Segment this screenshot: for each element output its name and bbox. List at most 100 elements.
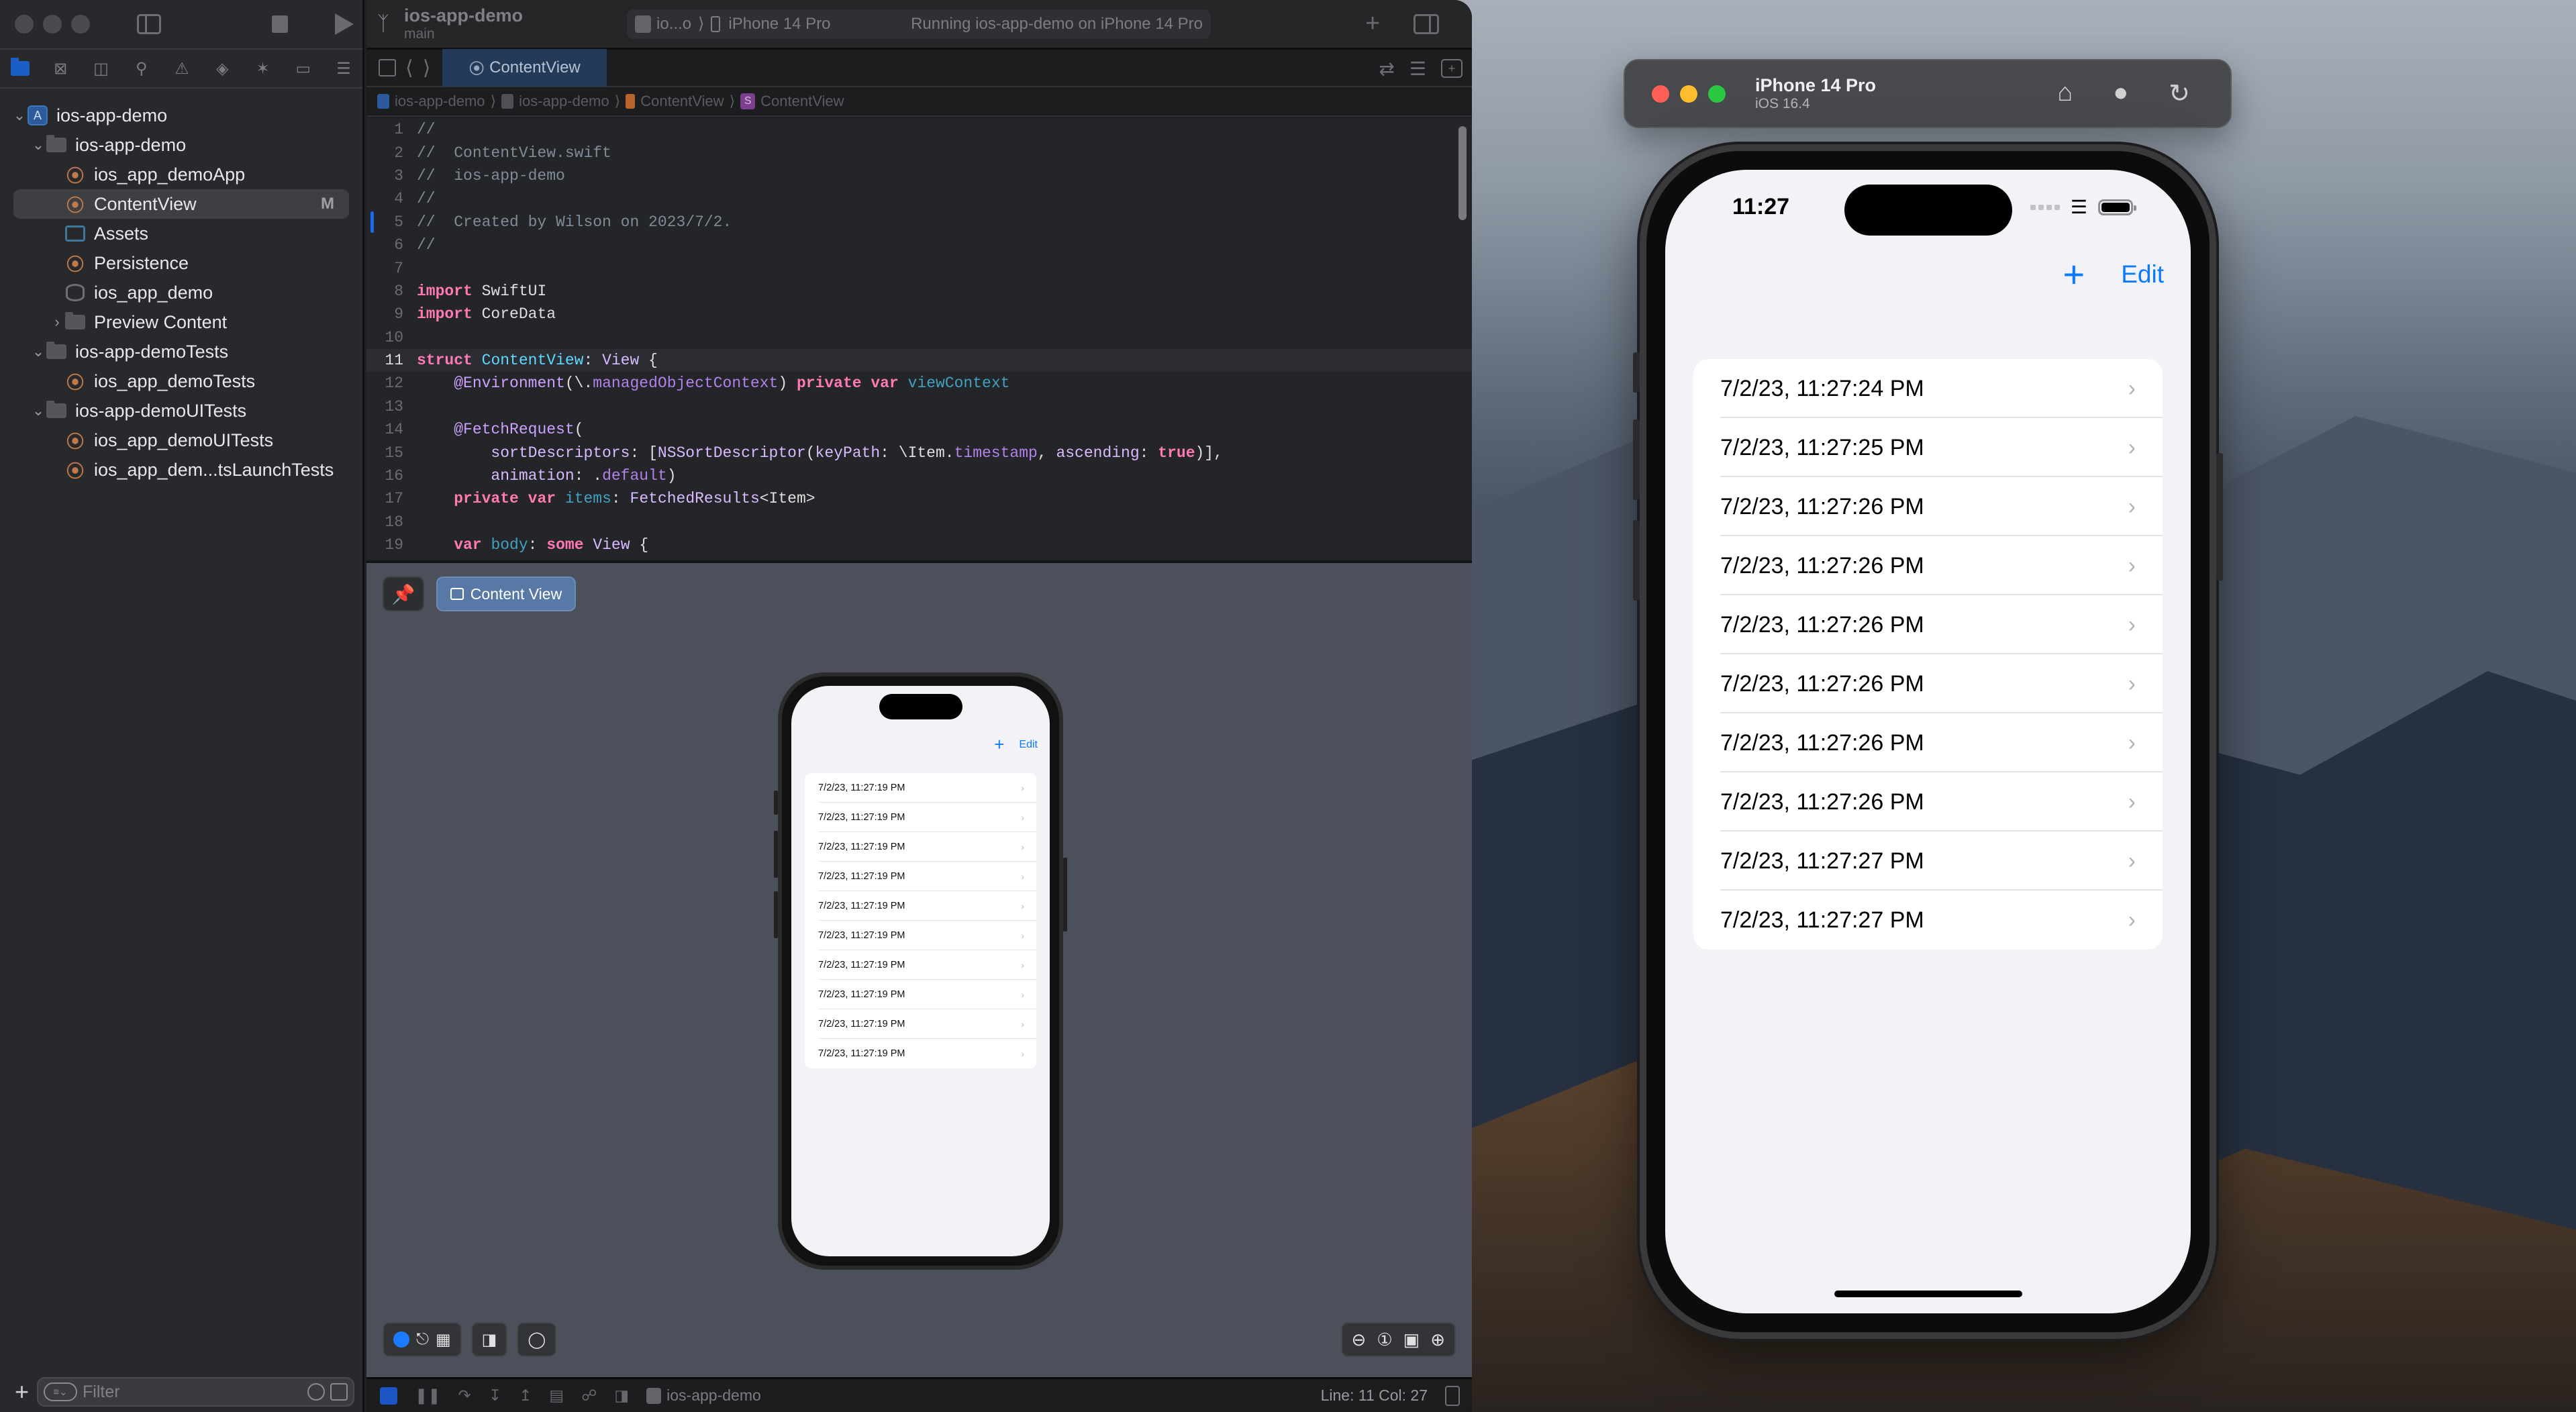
recent-files-clock-icon[interactable] xyxy=(307,1383,325,1401)
code-line[interactable]: 9 import CoreData xyxy=(366,303,1472,325)
close-button[interactable] xyxy=(1652,85,1669,103)
close-button[interactable] xyxy=(15,15,34,34)
list-item[interactable]: 7/2/23, 11:27:19 PM › xyxy=(805,803,1036,832)
list-item[interactable]: 7/2/23, 11:27:26 PM › xyxy=(1693,477,2163,536)
breadcrumb-item[interactable]: ContentView xyxy=(640,93,724,110)
minimize-button[interactable] xyxy=(43,15,62,34)
add-editor-icon[interactable]: + xyxy=(1441,59,1463,78)
disclosure-expanded-icon[interactable]: ⌄ xyxy=(31,402,46,419)
code-line[interactable]: 8 import SwiftUI xyxy=(366,280,1472,303)
preview-on-device-button[interactable]: ◯ xyxy=(517,1322,557,1357)
test-diamond-icon[interactable]: ◈ xyxy=(213,59,232,78)
step-out-icon[interactable]: ↥ xyxy=(519,1386,532,1405)
list-item[interactable]: 7/2/23, 11:27:19 PM › xyxy=(805,891,1036,921)
list-item[interactable]: 7/2/23, 11:27:19 PM › xyxy=(805,1009,1036,1039)
code-line[interactable]: 7 xyxy=(366,256,1472,279)
tree-item[interactable]: ⌄ ios-app-demo xyxy=(0,130,362,160)
tree-item[interactable]: ⌄ ios-app-demoUITests xyxy=(0,396,362,425)
code-line[interactable]: 2 // ContentView.swift xyxy=(366,141,1472,164)
code-line[interactable]: 6 // xyxy=(366,234,1472,256)
add-item-button[interactable]: + xyxy=(2063,256,2085,293)
list-item[interactable]: 7/2/23, 11:27:19 PM › xyxy=(805,980,1036,1009)
add-item-button[interactable]: + xyxy=(994,734,1004,755)
forward-arrow-icon[interactable]: ⟩ xyxy=(423,56,431,80)
filter-input[interactable] xyxy=(83,1382,302,1402)
code-line[interactable]: 12 @Environment (\. managedObjectContext) … xyxy=(366,372,1472,395)
list-item[interactable]: 7/2/23, 11:27:19 PM › xyxy=(805,1039,1036,1068)
related-items-grid-icon[interactable] xyxy=(379,59,396,77)
tree-item[interactable]: ⌄ ios-app-demoTests xyxy=(0,337,362,366)
list-item[interactable]: 7/2/23, 11:27:27 PM › xyxy=(1693,831,2163,891)
tree-item[interactable]: ⦿ ios_app_dem...tsLaunchTests xyxy=(0,455,362,485)
run-destination-selector[interactable]: iPhone 14 Pro xyxy=(728,15,830,34)
preview-selector-button[interactable]: Content View xyxy=(436,576,576,611)
code-line[interactable]: 1 // xyxy=(366,118,1472,141)
back-arrow-icon[interactable]: ⟨ xyxy=(405,56,413,80)
code-line[interactable]: 5 // Created by Wilson on 2023/7/2. xyxy=(366,211,1472,234)
list-item[interactable]: 7/2/23, 11:27:26 PM › xyxy=(1693,595,2163,654)
zoom-button[interactable] xyxy=(1708,85,1726,103)
edit-button[interactable]: Edit xyxy=(2121,260,2164,289)
issue-warning-icon[interactable]: ⚠ xyxy=(172,59,191,78)
device-orientation-icon[interactable] xyxy=(1445,1385,1460,1406)
debug-spray-icon[interactable]: ✶ xyxy=(254,59,273,78)
minimize-button[interactable] xyxy=(1680,85,1697,103)
step-into-icon[interactable]: ↧ xyxy=(489,1386,501,1405)
code-line[interactable]: 11 struct ContentView: View { xyxy=(366,348,1472,372)
debug-area-toggle-icon[interactable] xyxy=(380,1386,397,1405)
code-line[interactable]: 19 var body: some View { xyxy=(366,534,1472,556)
report-list-icon[interactable]: ☰ xyxy=(334,59,353,78)
disclosure-expanded-icon[interactable]: ⌄ xyxy=(31,136,46,154)
memory-graph-icon[interactable]: ☍ xyxy=(581,1386,597,1405)
disclosure-collapsed-icon[interactable]: › xyxy=(50,313,64,331)
breadcrumb-item[interactable]: ios-app-demo xyxy=(519,93,609,110)
run-icon[interactable] xyxy=(335,13,354,35)
breadcrumb-item[interactable]: ios-app-demo xyxy=(395,93,485,110)
home-icon[interactable]: ⌂ xyxy=(2057,79,2073,109)
live-preview-icon[interactable] xyxy=(393,1331,409,1348)
rotate-icon[interactable]: ↻ xyxy=(2169,79,2190,109)
code-line[interactable]: 18 xyxy=(366,511,1472,534)
sidebar-toggle-icon[interactable] xyxy=(137,14,161,34)
code-line[interactable]: 10 xyxy=(366,326,1472,349)
breakpoint-tag-icon[interactable]: ▭ xyxy=(294,59,313,78)
list-item[interactable]: 7/2/23, 11:27:25 PM › xyxy=(1693,418,2163,477)
tree-item[interactable]: ⦿ ios_app_demoUITests xyxy=(0,425,362,455)
tree-item[interactable]: ⌄ Aios-app-demo xyxy=(0,101,362,130)
home-indicator[interactable] xyxy=(1834,1291,2022,1297)
project-title[interactable]: ios-app-demo main xyxy=(404,7,523,42)
stop-icon[interactable] xyxy=(272,15,288,33)
simulator-titlebar[interactable]: iPhone 14 Pro iOS 16.4 ⌂ ● ↻ xyxy=(1624,59,2232,128)
tree-item[interactable]: ⦿ ios_app_demoTests xyxy=(0,366,362,396)
editor-options-icon[interactable]: ☰ xyxy=(1409,58,1426,80)
scheme-selector[interactable]: io...o xyxy=(656,15,691,34)
symbol-hierarchy-icon[interactable]: ◫ xyxy=(92,59,111,78)
code-line[interactable]: 4 // xyxy=(366,187,1472,210)
disclosure-expanded-icon[interactable]: ⌄ xyxy=(12,107,27,124)
list-item[interactable]: 7/2/23, 11:27:19 PM › xyxy=(805,921,1036,950)
screenshot-camera-icon[interactable]: ● xyxy=(2113,79,2128,109)
tree-item[interactable]: Assets xyxy=(0,219,362,248)
tree-item[interactable]: ⦿ ios_app_demoApp xyxy=(0,160,362,189)
selectable-mode-icon[interactable]: ⎋ xyxy=(416,1330,429,1349)
edit-button[interactable]: Edit xyxy=(1019,739,1038,751)
zoom-out-icon[interactable]: ⊖ xyxy=(1352,1329,1367,1350)
variants-grid-icon[interactable]: ▦ xyxy=(436,1330,451,1350)
list-item[interactable]: 7/2/23, 11:27:26 PM › xyxy=(1693,713,2163,772)
zoom-to-fit-icon[interactable]: ▣ xyxy=(1403,1329,1420,1350)
tree-item[interactable]: › Preview Content xyxy=(0,307,362,337)
step-over-icon[interactable]: ↷ xyxy=(458,1386,471,1405)
breadcrumb-item[interactable]: ContentView xyxy=(760,93,844,110)
source-control-filter-icon[interactable] xyxy=(330,1383,348,1401)
code-line[interactable]: 3 // ios-app-demo xyxy=(366,164,1472,187)
swap-arrows-icon[interactable]: ⇄ xyxy=(1379,58,1394,80)
zoom-in-icon[interactable]: ⊕ xyxy=(1430,1329,1445,1350)
inspector-toggle-icon[interactable] xyxy=(1414,13,1440,34)
tab-contentview[interactable]: ⦿ ContentView xyxy=(442,49,607,87)
tree-item[interactable]: ios_app_demo xyxy=(0,278,362,307)
list-item[interactable]: 7/2/23, 11:27:26 PM › xyxy=(1693,654,2163,713)
code-line[interactable]: 15 sortDescriptors: [NSSortDescriptor(ke… xyxy=(366,441,1472,464)
library-plus-icon[interactable]: + xyxy=(1365,9,1380,38)
environment-overrides-icon[interactable]: ◨ xyxy=(614,1386,629,1405)
folder-icon[interactable] xyxy=(11,58,30,78)
